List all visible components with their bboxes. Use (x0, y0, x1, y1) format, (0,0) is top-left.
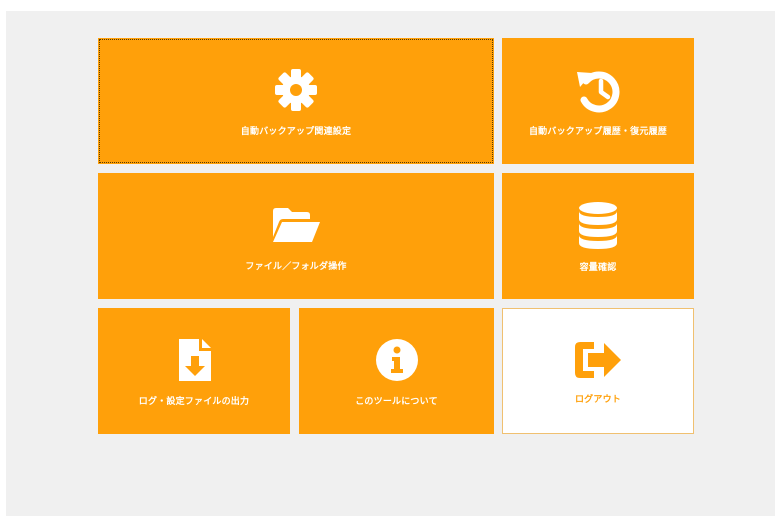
sign-out-icon (572, 338, 624, 382)
capacity-check-tile[interactable]: 容量確認 (502, 173, 694, 299)
folder-open-icon (269, 201, 323, 249)
auto-backup-settings-tile[interactable]: 自動バックアップ関連設定 (98, 38, 494, 164)
database-icon (574, 200, 622, 250)
logout-tile[interactable]: ログアウト (502, 308, 694, 434)
history-icon (574, 66, 622, 114)
file-folder-operations-tile[interactable]: ファイル／フォルダ操作 (98, 173, 494, 299)
auto-backup-settings-label: 自動バックアップ関連設定 (240, 126, 352, 137)
export-log-settings-label: ログ・設定ファイルの出力 (138, 396, 250, 407)
about-tool-label: このツールについて (355, 396, 438, 407)
logout-label: ログアウト (574, 394, 621, 405)
gear-icon (272, 66, 320, 114)
backup-history-label: 自動バックアップ履歴・復元履歴 (528, 126, 667, 137)
file-download-icon (174, 336, 214, 384)
file-folder-operations-label: ファイル／フォルダ操作 (245, 261, 347, 272)
backup-history-tile[interactable]: 自動バックアップ履歴・復元履歴 (502, 38, 694, 164)
capacity-check-label: 容量確認 (579, 262, 617, 273)
about-tool-tile[interactable]: このツールについて (299, 308, 494, 434)
export-log-settings-tile[interactable]: ログ・設定ファイルの出力 (98, 308, 290, 434)
info-icon (373, 336, 421, 384)
